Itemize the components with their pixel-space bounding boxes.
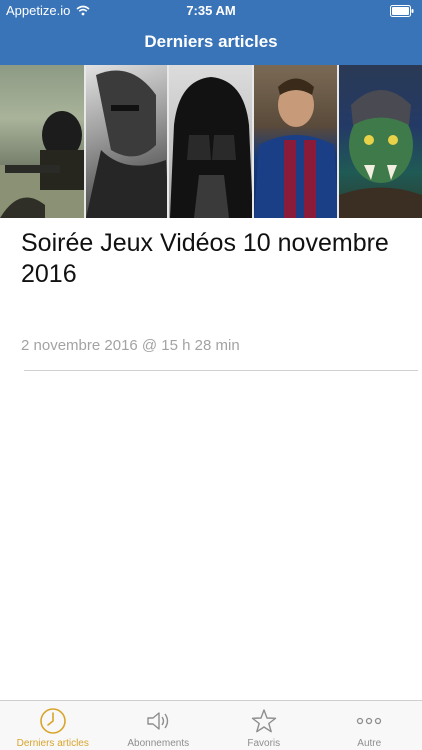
hero-panel-soldier xyxy=(0,65,86,218)
hero-panel-commando xyxy=(86,65,169,218)
battery-icon xyxy=(390,5,414,20)
article-date: 2 novembre 2016 @ 15 h 28 min xyxy=(21,337,240,354)
tab-label: Favoris xyxy=(247,738,281,749)
hero-panel-footballer xyxy=(254,65,339,218)
tab-label: Autre xyxy=(357,738,382,749)
hero-panel-vader xyxy=(169,65,254,218)
article-hero-image[interactable] xyxy=(0,65,422,218)
tab-favoris[interactable]: Favoris xyxy=(211,701,317,750)
tab-label: Abonnements xyxy=(127,738,190,749)
speaker-icon xyxy=(144,707,172,735)
tab-autre[interactable]: Autre xyxy=(317,701,422,750)
article-title[interactable]: Soirée Jeux Vidéos 10 novembre 2016 xyxy=(21,228,401,290)
page-title: Derniers articles xyxy=(144,32,278,51)
star-icon xyxy=(250,707,278,735)
tab-label: Derniers articles xyxy=(16,738,89,749)
article-divider xyxy=(24,370,418,371)
hero-panel-orc xyxy=(339,65,422,218)
tab-bar: Derniers articles Abonnements Favoris Au… xyxy=(0,700,422,750)
more-icon xyxy=(355,707,383,735)
app-header: Appetize.io 7:35 AM Derniers articles xyxy=(0,0,422,65)
clock-icon xyxy=(39,707,67,735)
status-bar: Appetize.io 7:35 AM xyxy=(0,0,422,22)
status-time: 7:35 AM xyxy=(186,3,236,18)
tab-derniers-articles[interactable]: Derniers articles xyxy=(0,701,106,750)
tab-abonnements[interactable]: Abonnements xyxy=(106,701,212,750)
